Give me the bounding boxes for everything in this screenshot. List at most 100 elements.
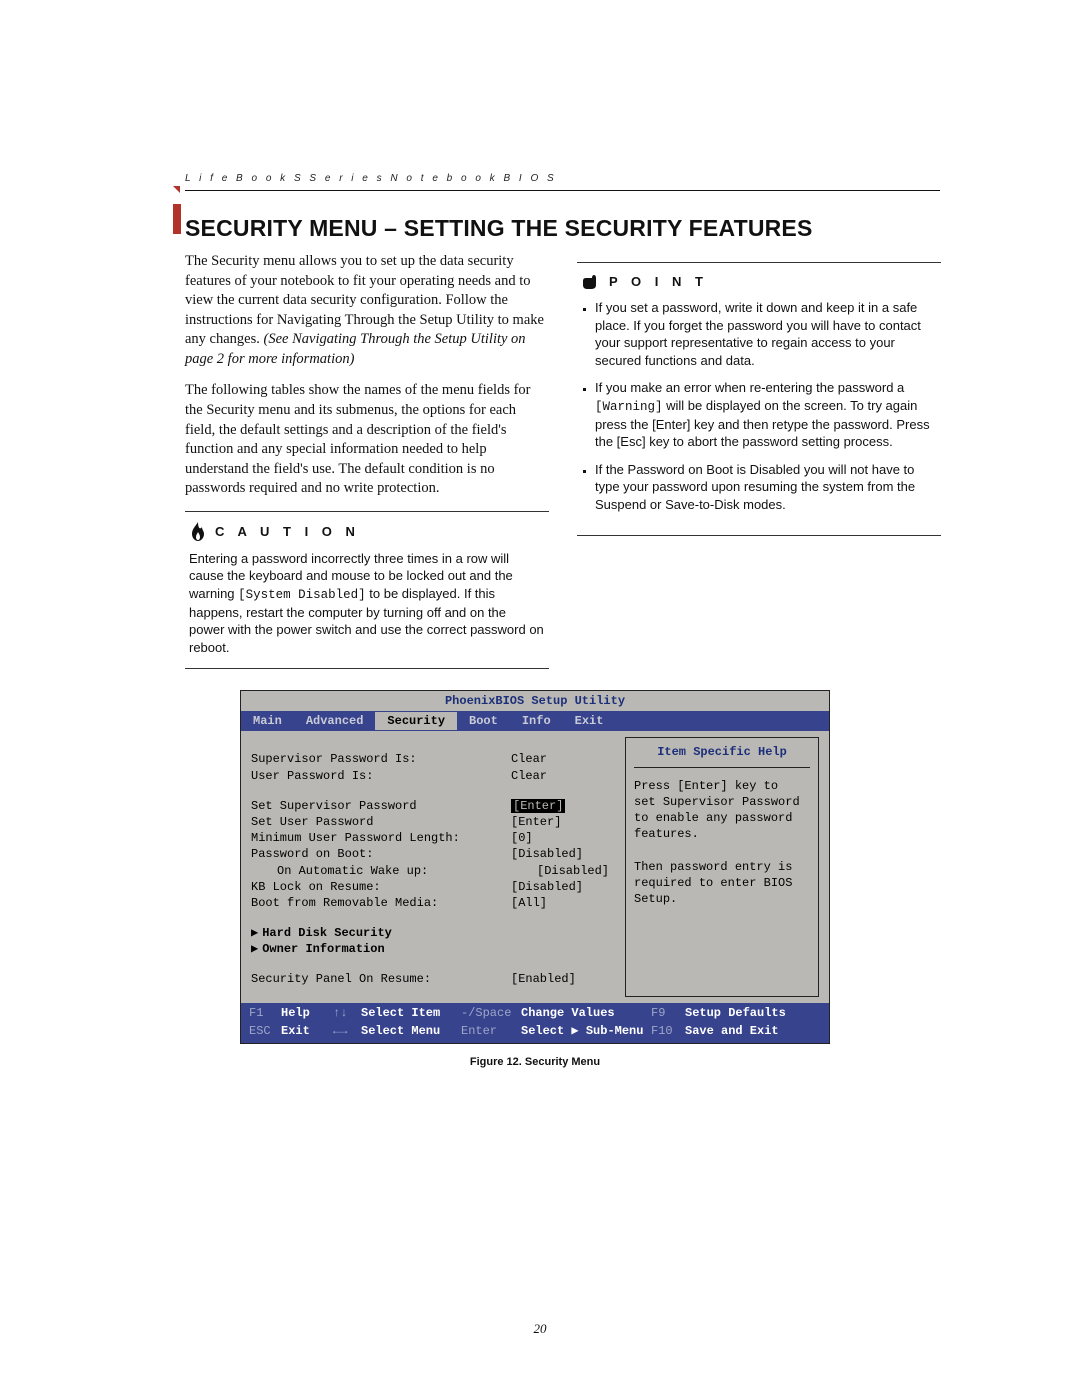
bios-footer-hotkey: Enter [461,1023,521,1039]
left-column: The Security menu allows you to set up t… [185,252,549,669]
bios-field-value-highlight: [Enter] [511,799,565,813]
bios-field-row[interactable]: Set User Password[Enter] [251,814,609,830]
figure-caption: Figure 12. Security Menu [240,1056,830,1068]
bios-tab-security[interactable]: Security [375,712,457,730]
bios-footer-hotkey-label: Save and Exit [685,1023,821,1039]
flame-icon [189,522,207,542]
bios-help-line [634,842,810,858]
bios-footer-hotkey: -/Space [461,1005,521,1021]
hand-point-icon [581,273,601,291]
bios-help-line: Then password entry is [634,859,810,875]
bios-tab-boot[interactable]: Boot [457,712,510,730]
point-item-2: If you make an error when re-entering th… [595,379,937,451]
bios-help-line: required to enter BIOS [634,875,810,891]
point-2-code: [Warning] [595,400,663,414]
bios-tab-info[interactable]: Info [510,712,563,730]
bios-field-label-text: Hard Disk Security [262,926,392,940]
bios-field-value: Clear [511,751,547,767]
point-box: P O I N T If you set a password, write i… [577,262,941,536]
point-2a: If you make an error when re-entering th… [595,380,904,395]
bios-footer: F1Help↑↓Select Item-/SpaceChange ValuesF… [241,1003,829,1042]
bios-footer-hotkey: ESC [249,1023,281,1039]
bios-footer-hotkey: F1 [249,1005,281,1021]
bios-footer-hotkey-label: Select Menu [361,1023,461,1039]
point-head: P O I N T [581,273,937,291]
bios-tab-advanced[interactable]: Advanced [294,712,376,730]
bios-field-row[interactable]: On Automatic Wake up:[Disabled] [251,863,609,879]
bios-field-row[interactable]: Security Panel On Resume:[Enabled] [251,971,609,987]
bios-field-label: User Password Is: [251,768,511,784]
caution-title: C A U T I O N [215,523,360,541]
bios-field-label: Boot from Removable Media: [251,895,511,911]
bios-help-line: to enable any password [634,810,810,826]
bios-tab-main[interactable]: Main [241,712,294,730]
point-list: If you set a password, write it down and… [581,299,937,513]
bios-field-row[interactable]: Boot from Removable Media:[All] [251,895,609,911]
intro-para-2: The following tables show the names of t… [185,381,549,498]
bios-field-row[interactable]: Minimum User Password Length:[0] [251,830,609,846]
bios-field-value: [Disabled] [511,879,583,895]
bios-field-value: [Enter] [511,798,565,814]
columns: The Security menu allows you to set up t… [185,252,941,669]
bios-field-row[interactable]: ▶Owner Information [251,941,609,957]
bios-field-label: Supervisor Password Is: [251,751,511,767]
bios-blank-row [251,784,609,798]
bios-help-pane: Item Specific Help Press [Enter] key tos… [625,737,819,997]
bios-field-label: Minimum User Password Length: [251,830,511,846]
bios-footer-hotkey-label: Select Item [361,1005,461,1021]
bios-field-row[interactable]: Set Supervisor Password[Enter] [251,798,609,814]
submenu-arrow-icon: ▶ [251,926,262,940]
bios-footer-hotkey: F10 [651,1023,685,1039]
bios-help-text: Press [Enter] key toset Supervisor Passw… [634,778,810,908]
intro-para-1: The Security menu allows you to set up t… [185,252,549,369]
right-column: P O I N T If you set a password, write i… [577,252,941,669]
bios-field-value: [0] [511,830,533,846]
accent-triangle-icon [173,186,180,193]
bios-help-line: set Supervisor Password [634,794,810,810]
point-item-3: If the Password on Boot is Disabled you … [595,461,937,514]
bios-help-line: features. [634,826,810,842]
bios-footer-hotkey-label: Change Values [521,1005,651,1021]
bios-field-value: [Disabled] [537,863,609,879]
caution-code: [System Disabled] [238,588,366,602]
bios-footer-hotkey-label: Select ▶ Sub-Menu [521,1023,651,1039]
bios-field-row[interactable]: User Password Is:Clear [251,768,609,784]
bios-field-row[interactable]: KB Lock on Resume:[Disabled] [251,879,609,895]
bios-field-label-text: Owner Information [262,942,384,956]
bios-field-label: KB Lock on Resume: [251,879,511,895]
bios-footer-hotkey: ↑↓ [333,1005,361,1021]
bios-field-label: ▶Hard Disk Security [251,925,511,941]
bios-figure: PhoenixBIOS Setup Utility MainAdvancedSe… [240,690,830,1068]
bios-field-row[interactable]: Supervisor Password Is:Clear [251,751,609,767]
bios-help-title: Item Specific Help [634,744,810,767]
bios-field-label: On Automatic Wake up: [251,863,537,879]
section-title: SECURITY MENU – SETTING THE SECURITY FEA… [185,215,813,242]
bios-left-pane: Supervisor Password Is:ClearUser Passwor… [251,737,609,997]
bios-field-value: [Enabled] [511,971,576,987]
caution-box: C A U T I O N Entering a password incorr… [185,511,549,670]
accent-bar-icon [173,204,181,234]
bios-blank-row [251,957,609,971]
bios-screen: PhoenixBIOS Setup Utility MainAdvancedSe… [240,690,830,1044]
bios-field-row[interactable]: ▶Hard Disk Security [251,925,609,941]
point-item-1: If you set a password, write it down and… [595,299,937,369]
bios-tabs: MainAdvancedSecurityBootInfoExit [241,711,829,731]
bios-field-value: Clear [511,768,547,784]
page-number: 20 [0,1321,1080,1337]
submenu-arrow-icon: ▶ [251,942,262,956]
running-head-text: L i f e B o o k S S e r i e s N o t e b … [185,173,557,184]
bios-footer-hotkey: F9 [651,1005,685,1021]
bios-footer-hotkey-label: Exit [281,1023,333,1039]
bios-tab-exit[interactable]: Exit [563,712,616,730]
bios-field-value: [Disabled] [511,846,583,862]
bios-field-label: Password on Boot: [251,846,511,862]
bios-help-line: Press [Enter] key to [634,778,810,794]
bios-field-row[interactable]: Password on Boot:[Disabled] [251,846,609,862]
bios-title: PhoenixBIOS Setup Utility [241,691,829,711]
caution-text: Entering a password incorrectly three ti… [189,550,545,657]
bios-field-label: Set Supervisor Password [251,798,511,814]
bios-field-value: [Enter] [511,814,561,830]
manual-page: L i f e B o o k S S e r i e s N o t e b … [0,0,1080,1397]
bios-field-value: [All] [511,895,547,911]
point-title: P O I N T [609,273,708,291]
